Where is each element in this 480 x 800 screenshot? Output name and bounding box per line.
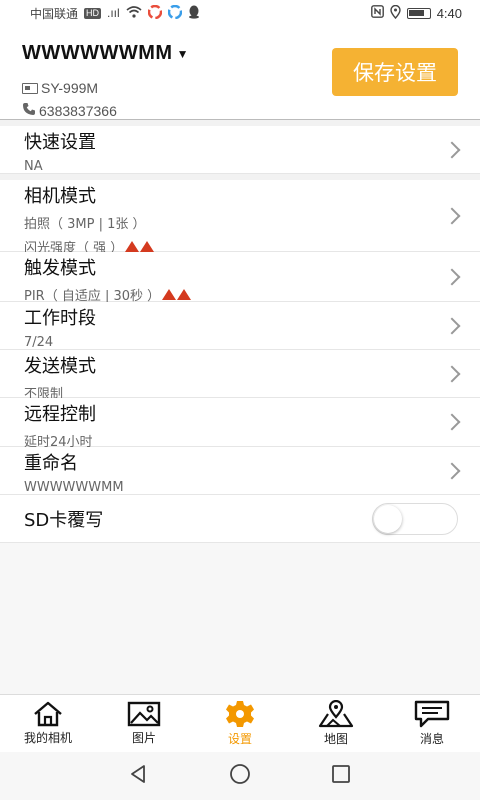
row-subtitle: 7/24 xyxy=(24,335,54,350)
row-trigger-mode[interactable]: 触发模式 PIR（ 自适应 | 30秒 ） xyxy=(0,252,480,304)
image-icon xyxy=(127,701,161,727)
nav-item-images[interactable]: 图片 xyxy=(96,695,192,752)
row-subtitle: NA xyxy=(24,159,43,174)
toggle-knob xyxy=(374,504,402,533)
nav-label: 消息 xyxy=(419,732,444,746)
home-icon xyxy=(32,701,64,727)
wifi-icon xyxy=(126,5,142,21)
row-title: 重命名 xyxy=(24,453,78,474)
row-remote-control[interactable]: 远程控制 延时24小时 xyxy=(0,398,480,450)
carrier-label: 中国联通 xyxy=(30,6,79,21)
hd-badge: HD xyxy=(84,7,102,19)
gear-icon xyxy=(223,700,257,728)
row-rename[interactable]: 重命名 WWWWWWMM xyxy=(0,447,480,495)
location-icon xyxy=(389,4,401,22)
system-nav-bar xyxy=(0,752,480,800)
recents-icon[interactable] xyxy=(331,764,351,789)
row-title: 快速设置 xyxy=(24,132,96,153)
bottom-nav: 我的相机 图片 设置 地图 消息 xyxy=(0,694,480,752)
qq-icon xyxy=(188,5,200,22)
signal-icon: .ııl xyxy=(107,6,120,20)
phone-icon xyxy=(22,102,36,119)
nfc-icon xyxy=(370,5,384,21)
nav-label: 图片 xyxy=(131,731,156,745)
device-serial: SY-999M xyxy=(41,80,99,96)
battery-icon xyxy=(406,7,431,19)
device-serial-row: SY-999M xyxy=(22,80,98,96)
row-title: 工作时段 xyxy=(24,308,96,329)
device-name: WWWWWWMM xyxy=(22,42,173,64)
home-circle-icon[interactable] xyxy=(229,763,251,790)
nav-item-my-camera[interactable]: 我的相机 xyxy=(0,695,96,752)
map-icon xyxy=(318,700,354,728)
nav-label: 我的相机 xyxy=(23,731,72,745)
device-selector[interactable]: WWWWWWMM ▼ xyxy=(22,42,189,65)
row-camera-mode[interactable]: 相机模式 拍照（ 3MP | 1张 ） 闪光强度（ 强 ） xyxy=(0,180,480,256)
nav-label: 地图 xyxy=(323,732,348,746)
caret-down-icon: ▼ xyxy=(176,46,189,61)
device-phone: 6383837366 xyxy=(39,102,117,119)
save-settings-button[interactable]: 保存设置 xyxy=(332,48,458,96)
device-header: WWWWWWMM ▼ SY-999M 6383837366 保存设置 xyxy=(0,26,480,120)
row-title: 远程控制 xyxy=(24,404,96,425)
back-icon[interactable] xyxy=(129,764,149,789)
row-sd-overwrite: SD卡覆写 xyxy=(0,495,480,543)
sim-card-icon xyxy=(22,82,38,94)
sd-overwrite-toggle[interactable] xyxy=(372,502,458,535)
status-bar: 中国联通 HD .ııl 4:40 xyxy=(0,0,480,26)
nav-item-map[interactable]: 地图 xyxy=(288,695,384,752)
row-quick-settings[interactable]: 快速设置 NA xyxy=(0,126,480,174)
row-subtitle: WWWWWWMM xyxy=(24,480,124,495)
row-title: 触发模式 xyxy=(24,258,96,279)
nav-label: 设置 xyxy=(227,732,252,746)
message-icon xyxy=(414,700,450,728)
status-time: 4:40 xyxy=(436,5,462,21)
warning-icon xyxy=(162,289,192,300)
app-notification-icon-2 xyxy=(167,4,182,22)
app-notification-icon xyxy=(147,4,162,22)
row-subtitle: 拍照（ 3MP | 1张 ） xyxy=(24,217,146,232)
row-title: SD卡覆写 xyxy=(24,509,104,531)
row-work-time[interactable]: 工作时段 7/24 xyxy=(0,302,480,350)
nav-item-settings[interactable]: 设置 xyxy=(192,695,288,752)
device-phone-row: 6383837366 xyxy=(22,102,117,119)
row-title: 相机模式 xyxy=(24,186,96,207)
row-title: 发送模式 xyxy=(24,356,96,377)
settings-list: 快速设置 NA 相机模式 拍照（ 3MP | 1张 ） 闪光强度（ 强 ） 触发… xyxy=(0,120,480,543)
warning-icon xyxy=(125,241,155,252)
nav-item-messages[interactable]: 消息 xyxy=(384,695,480,752)
row-send-mode[interactable]: 发送模式 不限制 xyxy=(0,350,480,402)
